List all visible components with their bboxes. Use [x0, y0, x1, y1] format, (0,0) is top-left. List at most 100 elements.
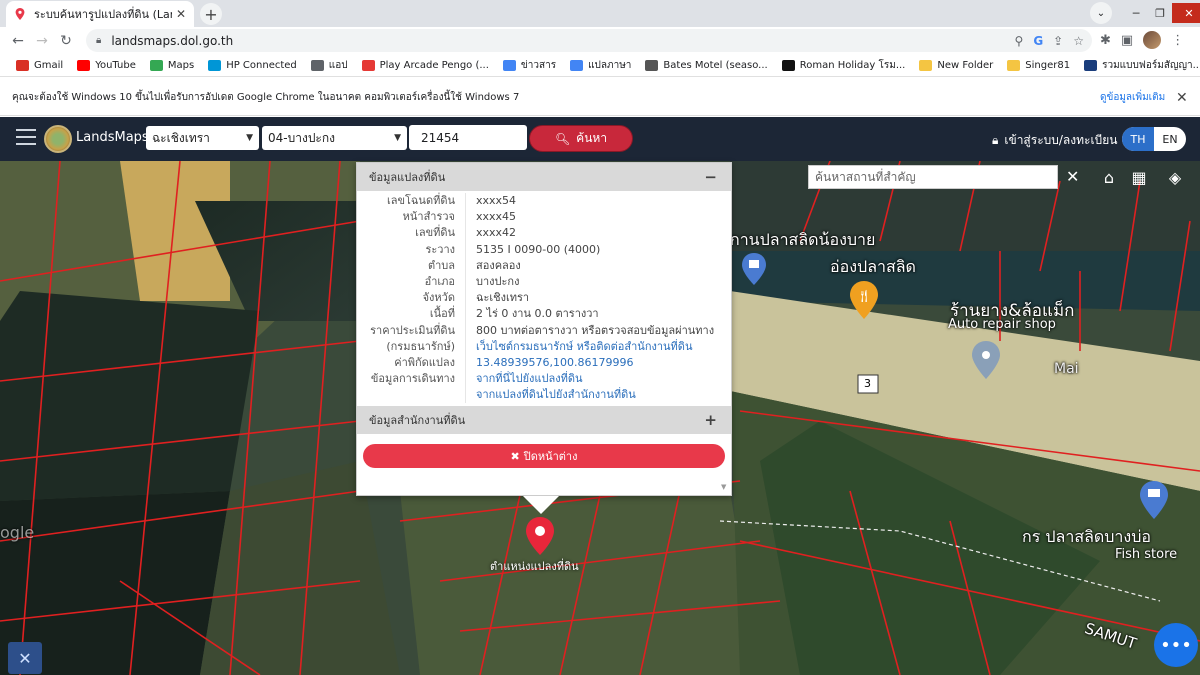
- bookmark-favicon-icon: [645, 60, 659, 71]
- bookmark-label: รวมแบบฟอร์มสัญญา...: [1102, 60, 1200, 71]
- back-arrow-icon[interactable]: ←: [6, 33, 30, 49]
- measure-tool-icon[interactable]: ✕: [8, 642, 42, 674]
- bookmark-item[interactable]: Gmail: [10, 60, 69, 71]
- bookmark-item[interactable]: HP Connected: [202, 60, 303, 71]
- bookmark-favicon-icon: [208, 60, 222, 71]
- bookmark-label: แอป: [328, 60, 348, 71]
- table-row: ค่าพิกัดแปลง 13.48939576,100.86179996: [357, 354, 731, 372]
- map-label-auto-repair: Auto repair shop: [948, 317, 1056, 332]
- tab-search-icon[interactable]: ⌄: [1090, 2, 1112, 24]
- bookmark-item[interactable]: Bates Motel (seaso...: [639, 60, 773, 71]
- bookmark-item[interactable]: Singer81: [1001, 60, 1076, 71]
- parcel-location-label: ตำแหน่งแปลงที่ดิน: [490, 560, 579, 573]
- bookmark-item[interactable]: Play Arcade Pengo (...: [356, 60, 495, 71]
- minimize-icon[interactable]: ─: [1124, 3, 1148, 23]
- hamburger-menu-icon[interactable]: [16, 129, 36, 150]
- row-value: 800 บาทต่อตารางวา หรือตรวจสอบข้อมูลผ่านท…: [465, 322, 731, 339]
- bookmark-favicon-icon: [310, 60, 324, 71]
- bookmark-label: New Folder: [937, 60, 994, 71]
- reload-icon[interactable]: ↻: [54, 33, 78, 49]
- bookmark-favicon-icon: [919, 60, 933, 71]
- scroll-down-icon[interactable]: ▼: [721, 483, 726, 491]
- parcel-info-header[interactable]: ข้อมูลแปลงที่ดิน −: [357, 163, 731, 191]
- layers-icon[interactable]: ◈: [1164, 166, 1186, 188]
- address-bar[interactable]: 🔒︎ landsmaps.dol.go.th ⚲ G ⇪ ☆: [86, 29, 1092, 52]
- row-value-link[interactable]: จากแปลงที่ดินไปยังสำนักงานที่ดิน: [465, 387, 731, 404]
- clear-search-icon[interactable]: ✕: [1066, 167, 1079, 186]
- lang-en-button[interactable]: EN: [1154, 127, 1186, 151]
- row-value-link[interactable]: จากที่นี่ไปยังแปลงที่ดิน: [465, 371, 731, 388]
- collapse-minus-icon[interactable]: −: [704, 168, 717, 186]
- restore-icon[interactable]: ❐: [1148, 3, 1172, 23]
- lock-icon[interactable]: 🔒︎: [96, 35, 101, 46]
- bookmark-item[interactable]: Maps: [144, 60, 200, 71]
- language-toggle: TH EN: [1122, 127, 1186, 151]
- bookmark-item[interactable]: แอป: [305, 58, 354, 73]
- browser-tab-strip: ระบบค้นหารูปแปลงที่ดิน (LandsMa ✕ + ⌄ ─ …: [0, 0, 1200, 27]
- place-search-input[interactable]: ค้นหาสถานที่สำคัญ: [808, 165, 1058, 189]
- infobar-close-icon[interactable]: ✕: [1176, 90, 1188, 106]
- map-pin-favicon-icon: [15, 8, 25, 20]
- bookmark-favicon-icon: [1007, 60, 1021, 71]
- province-select[interactable]: ฉะเชิงเทรา ▼: [146, 126, 259, 150]
- table-row: หน้าสำรวจ xxxx45: [357, 209, 731, 226]
- bookmark-label: Roman Holiday โรม...: [799, 60, 906, 71]
- row-value-link[interactable]: 13.48939576,100.86179996: [465, 354, 731, 372]
- bookmark-label: Gmail: [34, 60, 64, 71]
- tab-close-icon[interactable]: ✕: [176, 7, 186, 21]
- bookmark-item[interactable]: Roman Holiday โรม...: [776, 58, 912, 73]
- home-icon[interactable]: ⌂: [1098, 166, 1120, 188]
- grid-table-icon[interactable]: ▦: [1128, 166, 1150, 188]
- district-select[interactable]: 04-บางปะกง ▼: [262, 126, 407, 150]
- land-office-header[interactable]: ข้อมูลสำนักงานที่ดิน +: [357, 406, 731, 435]
- google-icon[interactable]: G: [1033, 34, 1043, 48]
- bookmark-label: Maps: [167, 60, 195, 71]
- extensions-puzzle-icon[interactable]: ✱: [1100, 33, 1111, 48]
- expand-plus-icon[interactable]: +: [704, 411, 717, 429]
- route-shield-label: 3: [864, 377, 871, 390]
- new-tab-button[interactable]: +: [200, 3, 222, 25]
- parcel-info-title: ข้อมูลแปลงที่ดิน: [369, 171, 446, 184]
- search-button[interactable]: 🔍︎ ค้นหา: [529, 125, 633, 152]
- row-key: (กรมธนารักษ์): [386, 339, 455, 353]
- parcel-number-input[interactable]: 21454: [409, 125, 527, 150]
- bookmark-label: Singer81: [1025, 60, 1071, 71]
- map-label-fish-store-en: Fish store: [1115, 547, 1178, 562]
- bookmark-item[interactable]: New Folder: [913, 60, 999, 71]
- bookmark-item[interactable]: ข่าวสาร: [497, 58, 562, 73]
- row-value: บางปะกง: [465, 273, 731, 291]
- lang-th-button[interactable]: TH: [1122, 127, 1154, 151]
- bookmark-favicon-icon: [149, 60, 163, 71]
- menu-kebab-icon[interactable]: ⋮: [1171, 33, 1184, 48]
- chevron-down-icon: ▼: [246, 133, 253, 143]
- bookmark-item[interactable]: YouTube: [71, 60, 142, 71]
- profile-avatar[interactable]: [1143, 31, 1162, 49]
- parcel-info-popup: ข้อมูลแปลงที่ดิน − เลขโฉนดที่ดิน xxxx54 หน…: [356, 162, 732, 514]
- bookmark-favicon-icon: [502, 60, 516, 71]
- close-window-label: ปิดหน้าต่าง: [523, 450, 578, 464]
- browser-tab-active[interactable]: ระบบค้นหารูปแปลงที่ดิน (LandsMa ✕: [6, 1, 194, 27]
- close-window-button[interactable]: ✖ ปิดหน้าต่าง: [363, 444, 725, 469]
- row-value: 2 ไร่ 0 งาน 0.0 ตารางวา: [465, 306, 731, 323]
- chevron-down-icon: ▼: [394, 133, 401, 143]
- infobar-learn-more-link[interactable]: ดูข้อมูลเพิ่มเติม: [1100, 90, 1165, 105]
- row-key: ตำบล: [427, 258, 455, 272]
- share-icon[interactable]: ⇪: [1053, 34, 1063, 48]
- bookmark-favicon-icon: [570, 60, 584, 71]
- window-controls: ─ ❐ ✕: [1124, 2, 1200, 24]
- side-panel-icon[interactable]: ▣: [1121, 33, 1133, 48]
- url-text[interactable]: landsmaps.dol.go.th: [111, 34, 1014, 48]
- google-watermark: ogle: [0, 523, 35, 542]
- bookmark-item[interactable]: รวมแบบฟอร์มสัญญา...: [1078, 58, 1200, 73]
- row-value-link[interactable]: เว็บไซต์กรมธนารักษ์ หรือติดต่อสำนักงานที…: [465, 338, 731, 355]
- bookmark-star-icon[interactable]: ☆: [1073, 34, 1084, 48]
- row-key: เนื้อที่: [429, 307, 455, 321]
- bookmark-item[interactable]: แปลภาษา: [564, 58, 637, 73]
- login-link[interactable]: 🔒︎ เข้าสู่ระบบ/ลงทะเบียน: [992, 131, 1117, 150]
- forward-arrow-icon[interactable]: →: [30, 33, 54, 49]
- window-close-icon[interactable]: ✕: [1172, 3, 1200, 23]
- location-icon[interactable]: ⚲: [1015, 34, 1024, 48]
- chat-more-icon[interactable]: •••: [1154, 623, 1198, 667]
- district-select-value: 04-บางปะกง: [268, 130, 336, 145]
- search-icon: 🔍︎: [554, 131, 571, 146]
